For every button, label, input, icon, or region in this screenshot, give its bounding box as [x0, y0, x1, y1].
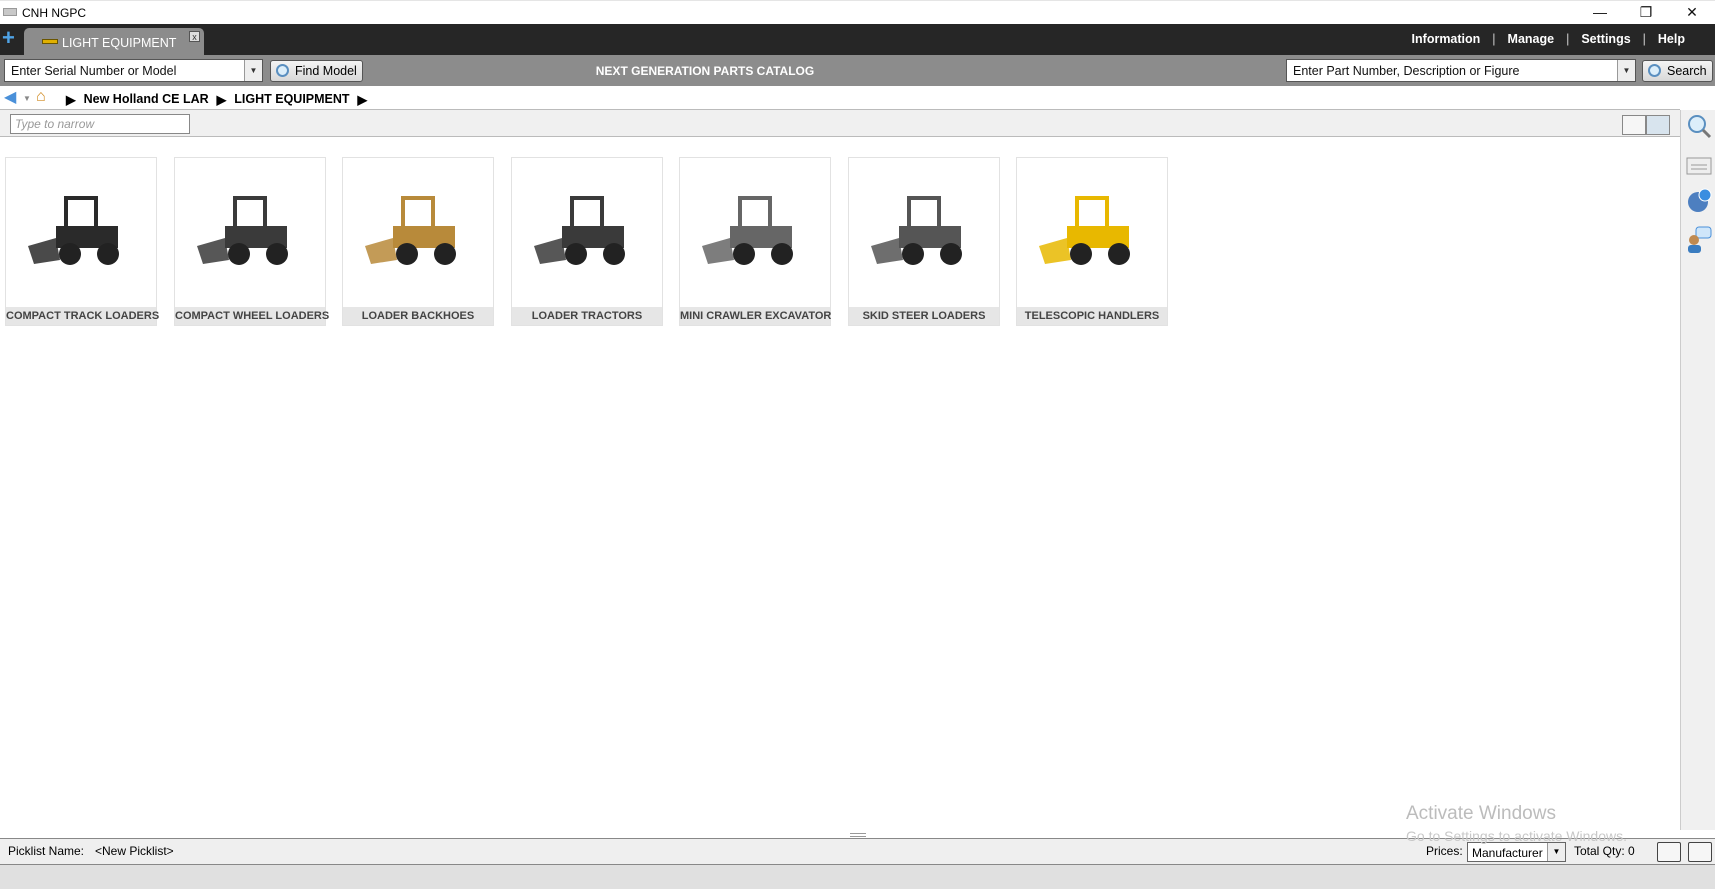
crumb-light-equipment[interactable]: LIGHT EQUIPMENT	[234, 92, 349, 107]
category-tile[interactable]: COMPACT WHEEL LOADERS	[174, 157, 329, 326]
detach-window-icon[interactable]	[1657, 842, 1681, 862]
machine-image	[702, 196, 793, 265]
narrow-filter-input[interactable]: Type to narrow	[10, 114, 190, 134]
machine-image	[365, 196, 456, 265]
tab-close-icon[interactable]: x	[189, 31, 200, 42]
category-label: LOADER BACKHOES	[343, 307, 493, 325]
search-icon	[1648, 64, 1661, 77]
filter-bar	[0, 110, 1680, 137]
equipment-icon	[42, 39, 58, 44]
list-view-icon[interactable]	[1622, 115, 1646, 135]
crumb-new-holland[interactable]: New Holland CE LAR	[84, 92, 209, 107]
serial-placeholder: Enter Serial Number or Model	[11, 64, 177, 78]
divider: |	[1566, 32, 1570, 46]
find-model-label: Find Model	[295, 64, 357, 78]
machine-image	[28, 196, 119, 265]
machine-image	[1039, 196, 1130, 265]
tab-light-equipment[interactable]: LIGHT EQUIPMENT x	[24, 28, 204, 55]
category-tile[interactable]: MINI CRAWLER EXCAVATOR	[679, 157, 831, 326]
home-icon[interactable]: ⌂	[36, 89, 46, 105]
nav-information[interactable]: Information	[1412, 32, 1481, 46]
crumb-arrow-icon: ▶	[357, 93, 368, 107]
nav-manage[interactable]: Manage	[1508, 32, 1555, 46]
crumb-arrow-icon: ▶	[66, 93, 76, 107]
category-tile[interactable]: SKID STEER LOADERS	[848, 157, 1000, 326]
top-nav: Information | Manage | Settings | Help	[1412, 32, 1685, 46]
nav-settings[interactable]: Settings	[1581, 32, 1630, 46]
part-placeholder: Enter Part Number, Description or Figure	[1293, 64, 1520, 78]
category-label: TELESCOPIC HANDLERS	[1017, 307, 1167, 325]
category-tile[interactable]: LOADER TRACTORS	[511, 157, 663, 326]
machine-image	[197, 196, 288, 265]
total-qty: Total Qty: 0	[1574, 844, 1635, 858]
support-chat-icon[interactable]	[1686, 226, 1712, 253]
activation-watermark: Activate Windows	[1406, 803, 1556, 824]
restore-button[interactable]: ❐	[1623, 1, 1669, 25]
nav-help[interactable]: Help	[1658, 32, 1685, 46]
machine-image	[534, 196, 625, 265]
prices-label: Prices:	[1426, 844, 1463, 858]
new-tab-plus-icon[interactable]: +	[2, 27, 15, 49]
search-icon	[276, 64, 289, 77]
chevron-down-icon[interactable]: ▼	[244, 60, 262, 81]
chevron-down-icon[interactable]: ▼	[1547, 843, 1565, 861]
close-button[interactable]: ✕	[1669, 1, 1715, 25]
crumb-arrow-icon: ▶	[216, 93, 227, 107]
breadcrumb: ▶ New Holland CE LAR ▶ LIGHT EQUIPMENT ▶	[66, 92, 367, 107]
search-label: Search	[1667, 64, 1707, 78]
search-button[interactable]: Search	[1642, 60, 1713, 82]
back-arrow-icon[interactable]: ◀	[4, 90, 16, 106]
category-tile[interactable]: COMPACT TRACK LOADERS	[5, 157, 159, 326]
divider: |	[1642, 32, 1646, 46]
right-sidebar	[1680, 110, 1715, 830]
category-label: MINI CRAWLER EXCAVATOR	[680, 307, 831, 325]
part-search-input[interactable]: Enter Part Number, Description or Figure…	[1286, 59, 1636, 82]
category-label: SKID STEER LOADERS	[849, 307, 999, 325]
category-label: LOADER TRACTORS	[512, 307, 662, 325]
history-dropdown-icon[interactable]: ▼	[23, 94, 31, 103]
prices-select[interactable]: Manufacturer ▼	[1467, 842, 1566, 862]
minimize-button[interactable]: —	[1577, 1, 1623, 25]
news-icon[interactable]	[1686, 155, 1712, 179]
prices-value: Manufacturer	[1472, 846, 1543, 860]
resize-handle[interactable]	[850, 833, 866, 837]
category-tile[interactable]: LOADER BACKHOES	[342, 157, 494, 326]
picklist-name[interactable]: <New Picklist>	[95, 844, 174, 858]
maximize-panel-icon[interactable]	[1688, 842, 1712, 862]
category-tile[interactable]: TELESCOPIC HANDLERS	[1016, 157, 1168, 326]
category-label: COMPACT TRACK LOADERS	[6, 307, 159, 325]
activation-watermark-sub: Go to Settings to activate Windows.	[1406, 828, 1627, 844]
globe-info-icon[interactable]	[1686, 188, 1712, 212]
title-bar: CNH NGPC — ❐ ✕	[0, 0, 1715, 24]
tab-label: LIGHT EQUIPMENT	[62, 36, 177, 50]
machine-image	[871, 196, 962, 265]
divider: |	[1492, 32, 1496, 46]
catalog-title: NEXT GENERATION PARTS CATALOG	[595, 64, 815, 78]
chevron-down-icon[interactable]: ▼	[1617, 60, 1635, 81]
grid-view-icon[interactable]	[1646, 115, 1670, 135]
category-label: COMPACT WHEEL LOADERS	[175, 307, 329, 325]
serial-model-input[interactable]: Enter Serial Number or Model ▼	[4, 59, 263, 82]
bottom-bar	[0, 865, 1715, 889]
find-model-button[interactable]: Find Model	[270, 60, 363, 82]
picklist-label: Picklist Name:	[8, 844, 85, 858]
window-title: CNH NGPC	[22, 6, 87, 20]
app-logo-icon	[3, 8, 17, 16]
search-icon[interactable]	[1686, 113, 1712, 139]
